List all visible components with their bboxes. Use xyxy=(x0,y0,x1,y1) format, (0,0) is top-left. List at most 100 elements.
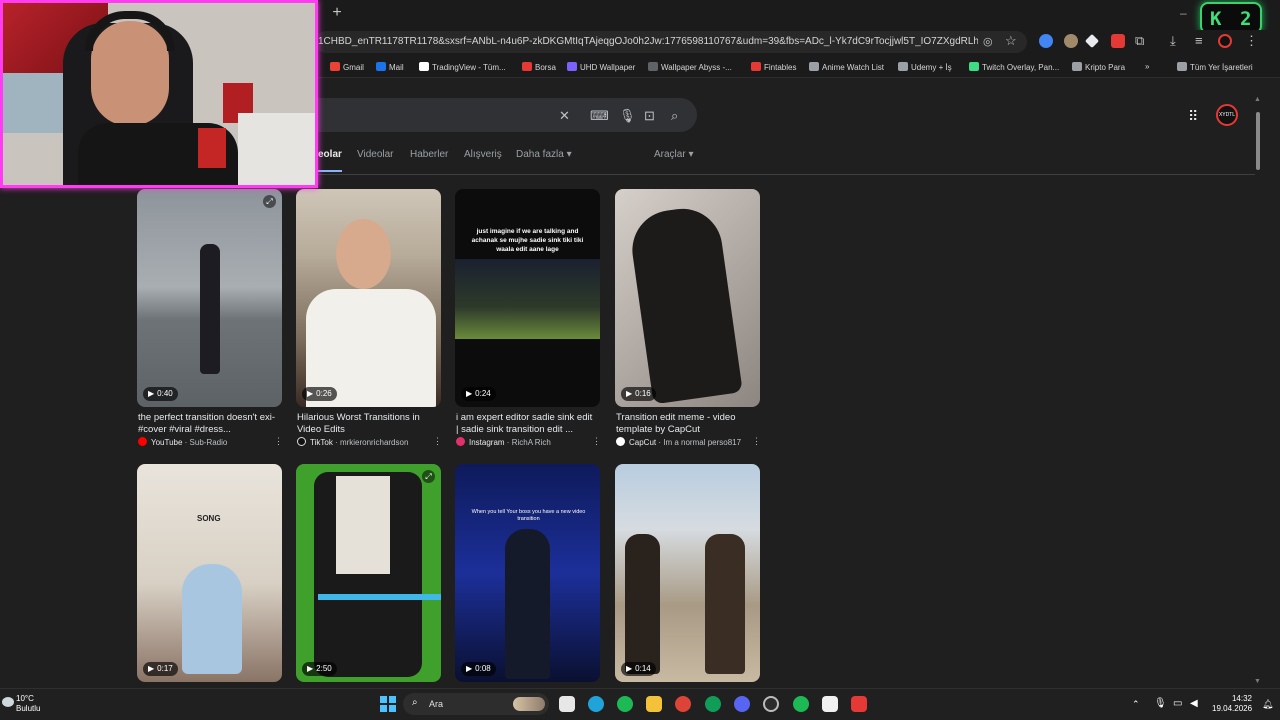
video-title[interactable]: the perfect transition doesn't exi- #cov… xyxy=(138,412,278,436)
tab-haberler[interactable]: Haberler xyxy=(410,149,448,160)
cloud-icon xyxy=(2,697,14,707)
publisher: CapCut xyxy=(629,438,657,447)
tab-videolar[interactable]: Videolar xyxy=(357,149,394,160)
tab-alisveris[interactable]: Alışveriş xyxy=(464,149,502,160)
bookmark-label: Gmail xyxy=(343,63,364,72)
more-options-icon[interactable]: ⋮ xyxy=(752,436,761,447)
channel: Sub-Radio xyxy=(189,438,228,447)
new-tab-button[interactable]: + xyxy=(328,4,346,22)
clock-time: 14:32 xyxy=(1231,694,1252,703)
url-text[interactable]: 1CHBD_enTR1178TR1178&sxsrf=ANbL-n4u6P-zk… xyxy=(318,36,978,47)
wallpaper-abyss-icon xyxy=(648,62,658,71)
duration-badge: ▶ 0:26 xyxy=(302,387,337,401)
spotify-icon[interactable] xyxy=(617,696,633,712)
bookmark-wallpaper-abyss[interactable]: Wallpaper Abyss -... xyxy=(648,62,732,72)
streaming-app-icon[interactable] xyxy=(851,696,867,712)
scrollbar-thumb[interactable] xyxy=(1256,112,1260,170)
active-tab-indicator xyxy=(318,170,342,172)
bookmark-mail[interactable]: Mail xyxy=(376,62,404,72)
video-thumbnail[interactable]: ▶ 0:14 xyxy=(615,464,760,682)
microphone-tray-icon[interactable]: 🎙︎ xyxy=(1154,698,1167,709)
more-options-icon[interactable]: ⋮ xyxy=(592,436,601,447)
bookmark-label: Kripto Para xyxy=(1085,63,1126,72)
edge-icon[interactable] xyxy=(588,696,604,712)
video-thumbnail[interactable]: ▶ 0:26 xyxy=(296,189,441,407)
duration-text: 0:40 xyxy=(157,389,173,398)
page-scrollbar[interactable] xyxy=(1254,96,1262,688)
notification-bell-icon[interactable]: 🔔︎ xyxy=(1262,699,1273,710)
video-caption-overlay: When you tell Your boss you have a new v… xyxy=(471,509,586,522)
tab-daha-fazla[interactable]: Daha fazla ▾ xyxy=(516,149,572,160)
gmail-icon xyxy=(330,62,340,71)
bookmark-label: Fintables xyxy=(764,63,797,72)
capcut-icon[interactable] xyxy=(822,696,838,712)
profile-icon[interactable] xyxy=(1218,34,1232,48)
chrome-profile-icon[interactable] xyxy=(705,696,721,712)
publisher: Instagram xyxy=(469,438,505,447)
bookmark-all[interactable]: Tüm Yer İşaretleri xyxy=(1177,62,1253,72)
video-source: Instagram · RichA Rich xyxy=(456,437,601,447)
duration-text: 2:50 xyxy=(316,664,332,673)
extension-icon-1[interactable] xyxy=(1039,34,1053,48)
microphone-icon[interactable]: 🎙︎ xyxy=(619,108,636,124)
bookmark-twitch-overlay[interactable]: Twitch Overlay, Pan... xyxy=(969,62,1059,72)
volume-icon[interactable]: ◀︎ xyxy=(1190,698,1198,709)
spotify-2-icon[interactable] xyxy=(793,696,809,712)
video-title[interactable]: i am expert editor sadie sink edit | sad… xyxy=(456,412,596,436)
video-title[interactable]: Hilarious Worst Transitions in Video Edi… xyxy=(297,412,437,436)
extension-icon-4[interactable] xyxy=(1111,34,1125,48)
avatar[interactable]: XYDTL xyxy=(1216,104,1238,126)
more-options-icon[interactable]: ⋮ xyxy=(274,436,283,447)
tab-araclar[interactable]: Araçlar ▾ xyxy=(654,149,693,160)
bookmark-anime-watch-list[interactable]: Anime Watch List xyxy=(809,62,884,72)
download-icon[interactable]: ⤓ xyxy=(1170,33,1176,49)
bookmarks-overflow-icon[interactable]: » xyxy=(1145,62,1149,71)
task-view-icon[interactable] xyxy=(559,696,575,712)
discord-icon[interactable] xyxy=(734,696,750,712)
tray-chevron-icon[interactable]: ⌃ xyxy=(1132,699,1140,710)
bookmark-star-icon[interactable]: ☆ xyxy=(1005,33,1017,49)
video-thumbnail[interactable]: ⤢ ▶ 2:50 xyxy=(296,464,441,682)
bookmark-tradingview[interactable]: TradingView - Tüm... xyxy=(419,62,506,72)
keyboard-icon[interactable]: ⌨ xyxy=(590,108,609,124)
scroll-up-icon[interactable]: ▲ xyxy=(1254,96,1261,103)
extensions-puzzle-icon[interactable]: ⧉ xyxy=(1135,33,1144,49)
tab-videos-short[interactable]: eolar xyxy=(318,149,342,160)
chrome-icon[interactable] xyxy=(675,696,691,712)
video-thumbnail[interactable]: When you tell Your boss you have a new v… xyxy=(455,464,600,682)
bookmark-udemy[interactable]: Udemy + İş xyxy=(898,62,952,72)
bookmark-borsa[interactable]: Borsa xyxy=(522,62,556,72)
eye-slash-icon[interactable]: ◎ xyxy=(983,35,993,48)
windows-start-icon[interactable] xyxy=(380,696,396,712)
bookmark-kripto-para[interactable]: Kripto Para xyxy=(1072,62,1125,72)
person-silhouette xyxy=(505,529,550,679)
weather-widget[interactable]: 10°C Bulutlu xyxy=(16,694,40,714)
video-thumbnail[interactable]: SONG ▶ 0:17 xyxy=(137,464,282,682)
video-thumbnail[interactable]: just imagine if we are talking and achan… xyxy=(455,189,600,407)
reading-list-icon[interactable]: ≡ xyxy=(1195,33,1203,48)
network-icon[interactable]: ▭ xyxy=(1173,698,1182,709)
more-options-icon[interactable]: ⋮ xyxy=(433,436,442,447)
video-title[interactable]: Transition edit meme - video template by… xyxy=(616,412,756,436)
minimize-button[interactable]: – xyxy=(1180,6,1187,20)
apps-grid-icon[interactable]: ⠿ xyxy=(1188,108,1198,125)
taskbar-clock[interactable]: 14:32 19.04.2026 xyxy=(1212,694,1252,714)
obs-icon[interactable] xyxy=(763,696,779,712)
scroll-down-icon[interactable]: ▼ xyxy=(1254,678,1261,685)
search-input[interactable] xyxy=(300,98,697,132)
bookmark-gmail[interactable]: Gmail xyxy=(330,62,364,72)
bookmark-uhd-wallpaper[interactable]: UHD Wallpaper xyxy=(567,62,635,72)
lens-icon[interactable]: ⊡ xyxy=(644,108,655,124)
expand-icon[interactable]: ⤢ xyxy=(422,470,435,483)
search-icon[interactable]: ⌕ xyxy=(671,108,678,124)
video-thumbnail[interactable]: ▶ 0:16 xyxy=(615,189,760,407)
expand-icon[interactable]: ⤢ xyxy=(263,195,276,208)
extension-icon-2[interactable] xyxy=(1064,34,1078,48)
clear-search-icon[interactable]: ✕ xyxy=(559,108,570,124)
bookmark-fintables[interactable]: Fintables xyxy=(751,62,796,72)
duration-badge: ▶ 0:17 xyxy=(143,662,178,676)
channel: mrkieronrichardson xyxy=(339,438,409,447)
menu-kebab-icon[interactable]: ⋮ xyxy=(1245,33,1258,49)
video-thumbnail[interactable]: ⤢ ▶ 0:40 xyxy=(137,189,282,407)
file-explorer-icon[interactable] xyxy=(646,696,662,712)
